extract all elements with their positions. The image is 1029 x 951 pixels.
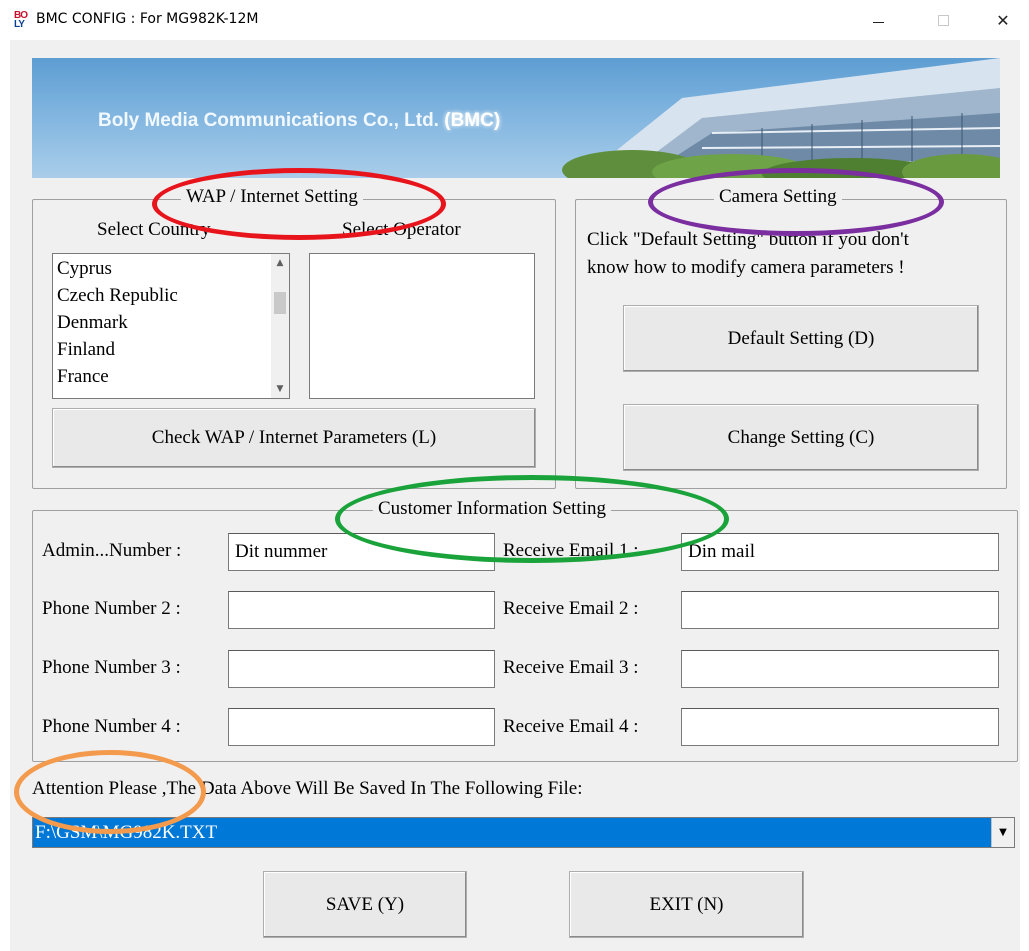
list-item[interactable]: France <box>57 363 109 390</box>
operator-listbox[interactable] <box>309 253 535 399</box>
receive-email-1-input[interactable] <box>681 533 999 571</box>
close-button[interactable]: ✕ <box>980 0 1026 40</box>
attention-label: Attention Please ,The Data Above Will Be… <box>32 778 583 799</box>
default-setting-button[interactable]: Default Setting (D) <box>623 305 979 372</box>
email-label-3: Receive Email 3 : <box>503 657 639 678</box>
building-image <box>562 58 1000 178</box>
title-bar: BO LY BMC CONFIG : For MG982K-12M ✕ <box>0 0 1029 40</box>
scroll-down-icon[interactable]: ▼ <box>271 380 289 398</box>
select-country-label: Select Country <box>97 219 211 240</box>
email-label-2: Receive Email 2 : <box>503 598 639 619</box>
close-icon: ✕ <box>996 10 1010 30</box>
phone-label-4: Phone Number 4 : <box>42 716 181 737</box>
exit-button[interactable]: EXIT (N) <box>569 871 804 938</box>
phone-label-2: Phone Number 2 : <box>42 598 181 619</box>
company-banner: Boly Media Communications Co., Ltd. (BMC… <box>32 58 1000 178</box>
change-setting-button[interactable]: Change Setting (C) <box>623 404 979 471</box>
banner-abbr: (BMC) <box>444 110 501 131</box>
country-listbox[interactable]: Cyprus Czech Republic Denmark Finland Fr… <box>52 253 290 399</box>
save-file-path[interactable]: F:\GSM\MG982K.TXT <box>33 818 991 847</box>
window-title: BMC CONFIG : For MG982K-12M <box>36 11 259 27</box>
scroll-up-icon[interactable]: ▲ <box>271 254 289 272</box>
chevron-down-icon[interactable]: ▼ <box>991 818 1014 847</box>
wap-group-title: WAP / Internet Setting <box>181 186 363 208</box>
list-item[interactable]: Cyprus <box>57 255 112 282</box>
phone-number-2-input[interactable] <box>228 591 495 629</box>
minimize-button[interactable] <box>855 0 901 40</box>
admin-number-input[interactable] <box>228 533 495 571</box>
list-item[interactable]: Finland <box>57 336 115 363</box>
list-item[interactable]: Czech Republic <box>57 282 178 309</box>
phone-number-4-input[interactable] <box>228 708 495 746</box>
camera-group-title: Camera Setting <box>714 186 842 208</box>
scroll-thumb[interactable] <box>274 292 286 314</box>
email-label-1: Receive Email 1 : <box>503 540 639 561</box>
save-file-combobox[interactable]: F:\GSM\MG982K.TXT ▼ <box>32 817 1015 848</box>
phone-label-3: Phone Number 3 : <box>42 657 181 678</box>
camera-hint-line1: Click "Default Setting" button if you do… <box>587 229 909 250</box>
app-logo-icon: BO LY <box>14 10 28 30</box>
maximize-button[interactable] <box>920 0 966 40</box>
phone-number-3-input[interactable] <box>228 650 495 688</box>
receive-email-2-input[interactable] <box>681 591 999 629</box>
banner-company-text: Boly Media Communications Co., Ltd. <box>98 110 439 131</box>
save-button[interactable]: SAVE (Y) <box>263 871 467 938</box>
maximize-icon <box>937 14 949 26</box>
email-label-4: Receive Email 4 : <box>503 716 639 737</box>
select-operator-label: Select Operator <box>342 219 461 240</box>
minimize-icon <box>872 21 884 23</box>
country-scrollbar[interactable]: ▲ ▼ <box>271 254 289 398</box>
receive-email-3-input[interactable] <box>681 650 999 688</box>
list-item[interactable]: Denmark <box>57 309 128 336</box>
banner-company-name: Boly Media Communications Co., Ltd. (BMC… <box>98 110 500 132</box>
camera-hint-line2: know how to modify camera parameters ! <box>587 257 905 278</box>
check-wap-button[interactable]: Check WAP / Internet Parameters (L) <box>52 408 536 468</box>
receive-email-4-input[interactable] <box>681 708 999 746</box>
customer-group-title: Customer Information Setting <box>373 498 611 520</box>
phone-label-1: Admin...Number : <box>42 540 182 561</box>
